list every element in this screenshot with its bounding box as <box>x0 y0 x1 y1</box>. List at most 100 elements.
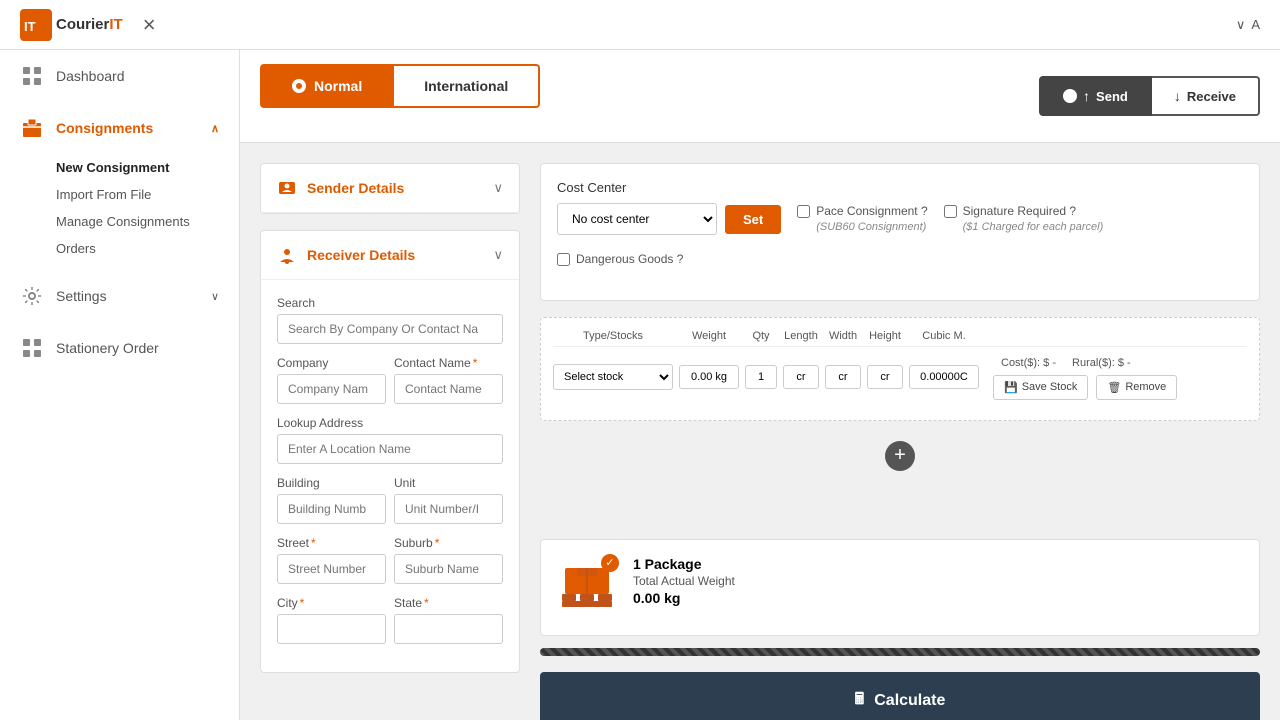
international-tab-label: International <box>424 78 508 94</box>
topbar: IT CourierIT × ∨ A <box>0 0 1280 50</box>
sidebar-item-consignments[interactable]: Consignments ∧ <box>0 102 239 154</box>
user-initial: A <box>1251 17 1260 32</box>
signature-required-label: Signature Required ? ($1 Charged for eac… <box>963 203 1104 235</box>
logo-text: CourierIT <box>56 16 123 33</box>
height-input[interactable] <box>867 365 903 389</box>
svg-text:IT: IT <box>24 19 36 34</box>
pace-consignment-label: Pace Consignment ? (SUB60 Consignment) <box>816 203 927 235</box>
state-input[interactable] <box>394 614 503 644</box>
calculate-label: Calculate <box>874 692 945 710</box>
package-info: 1 Package Total Actual Weight 0.00 kg <box>633 556 735 606</box>
sidebar-item-stationery[interactable]: Stationery Order <box>0 322 239 374</box>
sender-details-header: Sender Details ∨ <box>261 164 519 213</box>
sidebar-sub-item-manage[interactable]: Manage Consignments <box>56 208 219 235</box>
set-button[interactable]: Set <box>725 205 781 234</box>
dangerous-goods-checkbox[interactable] <box>557 253 570 266</box>
stationery-icon <box>20 336 44 360</box>
save-stock-button[interactable]: 💾 Save Stock <box>993 375 1088 400</box>
lookup-input[interactable] <box>277 434 503 464</box>
city-required-icon: * <box>300 596 305 610</box>
sender-chevron-icon[interactable]: ∨ <box>493 180 503 196</box>
topbar-right: ∨ A <box>1236 17 1260 33</box>
signature-required-checkbox[interactable] <box>944 205 957 218</box>
state-group: State * <box>394 596 503 644</box>
consignments-label: Consignments <box>56 120 153 136</box>
content-area: Normal International ↑ Send ↓ Receive <box>240 50 1280 720</box>
logo-icon: IT <box>20 9 52 41</box>
building-unit-inputs: Building Unit <box>277 476 503 524</box>
header-type-stocks: Type/Stocks <box>553 330 673 342</box>
city-state-row: City * State * <box>277 596 503 644</box>
sidebar-sub-item-new-consignment[interactable]: New Consignment <box>56 154 219 181</box>
receiver-chevron-icon[interactable]: ∨ <box>493 247 503 263</box>
tab-international[interactable]: International <box>394 64 540 108</box>
receiver-details-card: Receiver Details ∨ Search <box>260 230 520 673</box>
qty-input[interactable] <box>745 365 777 389</box>
building-label: Building <box>277 476 386 490</box>
city-label: City * <box>277 596 386 610</box>
cost-center-section: Cost Center No cost center Set Pace Cons… <box>540 163 1260 301</box>
progress-fill <box>540 648 1260 656</box>
width-input[interactable] <box>825 365 861 389</box>
progress-bar <box>540 648 1260 656</box>
two-column-layout: Sender Details ∨ <box>260 163 1260 720</box>
remove-button[interactable]: 🗑 Remove <box>1096 375 1177 400</box>
receiver-details-title-group: Receiver Details <box>277 245 415 265</box>
pace-consignment-checkbox[interactable] <box>797 205 810 218</box>
type-tabs: Normal International <box>260 64 540 108</box>
receive-down-arrow-icon: ↓ <box>1174 88 1181 104</box>
package-count: 1 Package <box>633 556 735 572</box>
left-column: Sender Details ∨ <box>260 163 520 720</box>
total-weight-label: Total Actual Weight <box>633 574 735 588</box>
package-icon-wrapper: ✓ <box>557 556 617 619</box>
sidebar-item-settings[interactable]: Settings ∨ <box>0 270 239 322</box>
topbar-left: IT CourierIT × <box>20 9 156 41</box>
settings-label: Settings <box>56 288 107 304</box>
length-input[interactable] <box>783 365 819 389</box>
suburb-input[interactable] <box>394 554 503 584</box>
pace-consignment-group: Pace Consignment ? (SUB60 Consignment) <box>797 203 927 235</box>
sidebar-sub-item-orders[interactable]: Orders <box>56 235 219 262</box>
cubic-input[interactable] <box>909 365 979 389</box>
header-length: Length <box>783 330 819 342</box>
unit-input[interactable] <box>394 494 503 524</box>
state-label: State * <box>394 596 503 610</box>
rural-label: Rural($): $ - <box>1072 357 1131 369</box>
building-input[interactable] <box>277 494 386 524</box>
cost-label: Cost($): $ - <box>1001 357 1056 369</box>
search-input[interactable] <box>277 314 503 344</box>
company-input[interactable] <box>277 374 386 404</box>
signature-required-group: Signature Required ? ($1 Charged for eac… <box>944 203 1104 235</box>
suburb-group: Suburb * <box>394 536 503 584</box>
weight-input[interactable] <box>679 365 739 389</box>
tab-normal[interactable]: Normal <box>260 64 394 108</box>
consignments-chevron-icon: ∧ <box>211 122 219 135</box>
sidebar: Dashboard Consignments ∧ New Consignment… <box>0 50 240 720</box>
header-height: Height <box>867 330 903 342</box>
close-button[interactable]: × <box>143 12 156 38</box>
street-input[interactable] <box>277 554 386 584</box>
building-unit-row: Building Unit <box>277 476 503 524</box>
cost-center-select[interactable]: No cost center <box>557 203 717 235</box>
cost-section: Cost($): $ - Rural($): $ - 💾 Save Stock … <box>993 355 1247 400</box>
company-group: Company <box>277 356 386 404</box>
city-input[interactable] <box>277 614 386 644</box>
building-group: Building <box>277 476 386 524</box>
sidebar-item-dashboard[interactable]: Dashboard <box>0 50 239 102</box>
city-group: City * <box>277 596 386 644</box>
settings-icon <box>20 284 44 308</box>
chevron-down-icon: ∨ <box>1236 17 1246 33</box>
receive-button[interactable]: ↓ Receive <box>1152 76 1260 116</box>
sender-details-title-group: Sender Details <box>277 178 404 198</box>
send-button[interactable]: ↑ Send <box>1039 76 1152 116</box>
street-suburb-inputs: Street * Suburb * <box>277 536 503 584</box>
dashboard-label: Dashboard <box>56 68 125 84</box>
cost-row: Cost($): $ - Rural($): $ - <box>993 355 1247 371</box>
calculate-button[interactable]: 🖩 Calculate <box>540 672 1260 720</box>
contact-name-input[interactable] <box>394 374 503 404</box>
sidebar-sub-item-import[interactable]: Import From File <box>56 181 219 208</box>
stock-type-select[interactable]: Select stock <box>553 364 673 390</box>
sender-title: Sender Details <box>307 180 404 196</box>
contact-name-label: Contact Name * <box>394 356 503 370</box>
add-stock-button[interactable]: + <box>885 441 915 471</box>
